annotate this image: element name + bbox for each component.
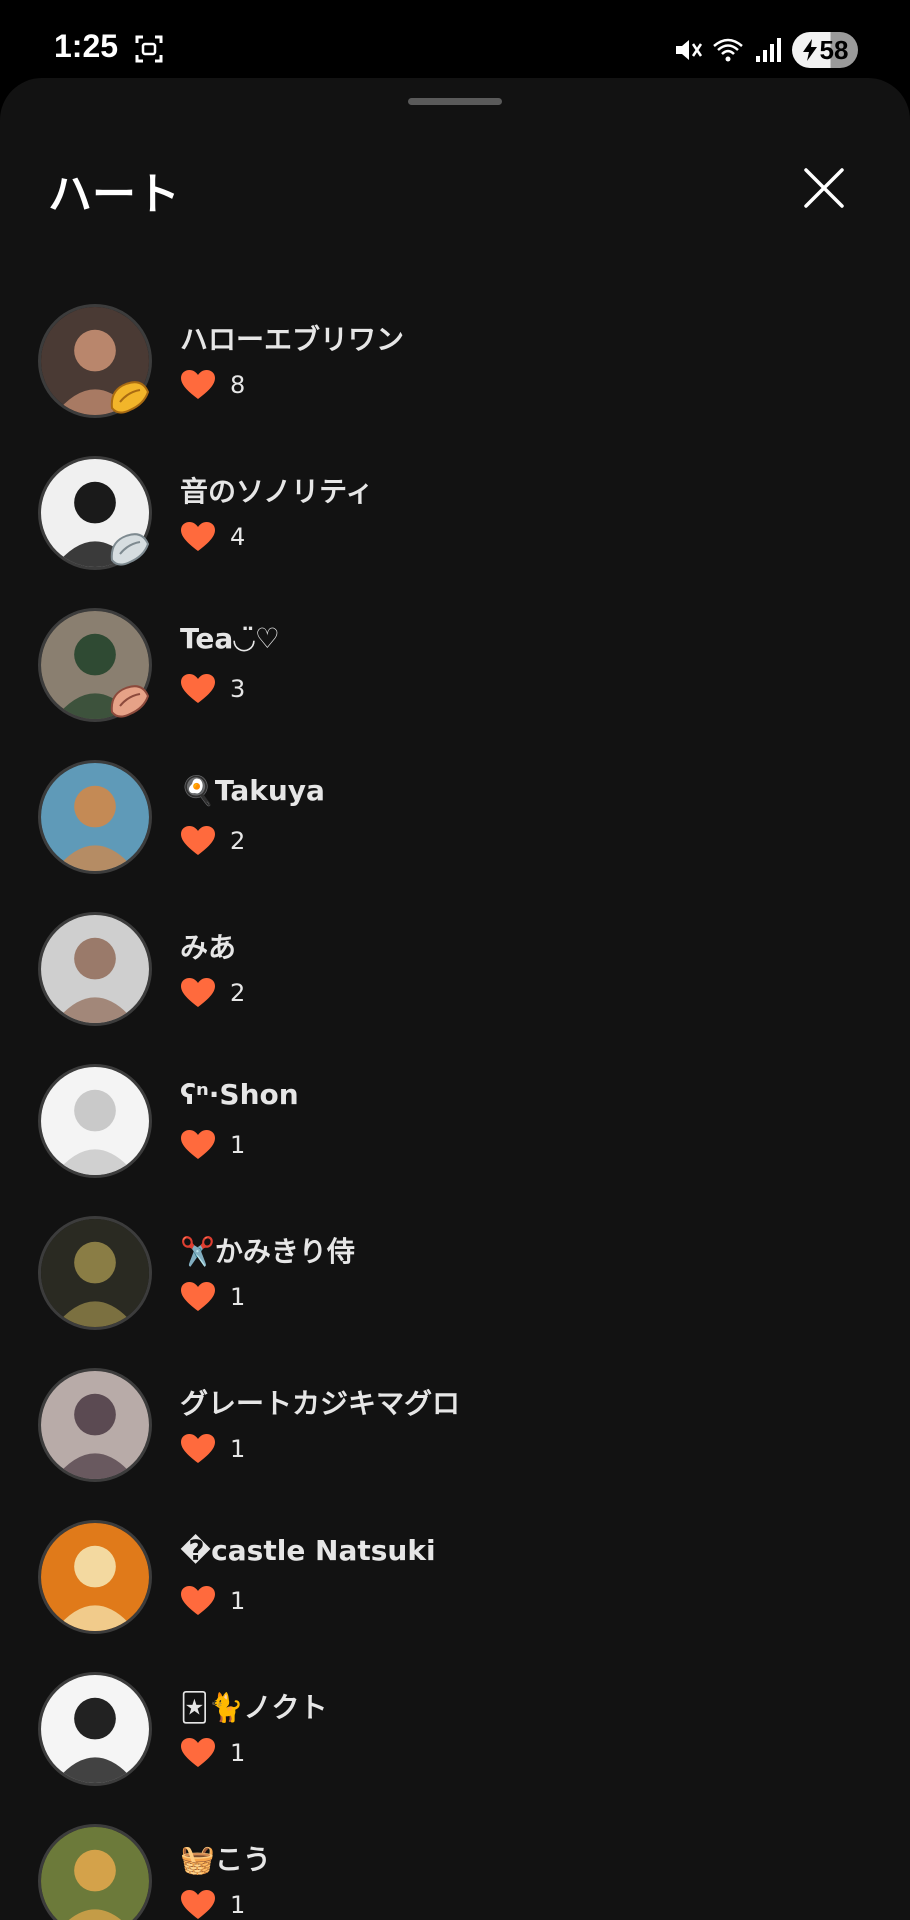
like-count-row: 2 <box>180 824 245 858</box>
user-name[interactable]: 音のソノリティ <box>180 470 373 510</box>
user-name[interactable]: 🃏🐈ノクト <box>180 1686 328 1726</box>
close-icon <box>804 168 844 208</box>
like-count: 2 <box>230 827 246 855</box>
heart-icon <box>181 1586 215 1615</box>
list-item[interactable]: グレートカジキマグロ 1 <box>0 1354 910 1506</box>
avatar[interactable] <box>38 912 152 1026</box>
list-item[interactable]: 🃏🐈ノクト 1 <box>0 1658 910 1810</box>
mute-icon <box>676 40 703 60</box>
screenshot-icon <box>135 35 163 63</box>
user-name[interactable]: ハローエブリワン <box>180 318 404 358</box>
list-item[interactable]: 音のソノリティ 4 <box>0 442 910 594</box>
list-item[interactable]: ✂️かみきり侍 1 <box>0 1202 910 1354</box>
like-count: 1 <box>230 1435 246 1463</box>
heart-icon <box>181 1434 215 1463</box>
list-item[interactable]: 🧺こう 1 <box>0 1810 910 1920</box>
heart-icon <box>181 1890 215 1919</box>
like-count: 1 <box>230 1131 246 1159</box>
status-time: 1:25 <box>54 28 119 64</box>
like-count-row: 8 <box>180 368 245 402</box>
battery-indicator: 58 <box>792 32 858 68</box>
like-count: 8 <box>230 371 246 399</box>
signal-icon <box>756 38 781 62</box>
user-name[interactable]: Tea◡̈♡ <box>180 622 280 655</box>
user-name[interactable]: グレートカジキマグロ <box>180 1382 460 1422</box>
like-count-row: 1 <box>180 1888 245 1920</box>
user-name[interactable]: �castle Natsuki <box>180 1534 436 1567</box>
like-count: 4 <box>230 523 246 551</box>
like-count-row: 1 <box>180 1128 245 1162</box>
like-count-row: 1 <box>180 1280 245 1314</box>
like-count: 1 <box>230 1739 246 1767</box>
list-item[interactable]: みあ 2 <box>0 898 910 1050</box>
heart-icon <box>181 1130 215 1159</box>
heart-icon <box>181 370 215 399</box>
user-name[interactable]: 🧺こう <box>180 1838 271 1878</box>
like-count: 3 <box>230 675 246 703</box>
list-item[interactable]: ハローエブリワン 8 <box>0 290 910 442</box>
drag-handle[interactable] <box>408 98 502 105</box>
user-name[interactable]: 🍳Takuya <box>180 774 325 807</box>
user-name[interactable]: ʕⁿ·Shon <box>180 1078 299 1111</box>
status-bar: 1:25 58 <box>0 0 910 78</box>
user-name[interactable]: みあ <box>180 926 236 966</box>
avatar[interactable] <box>38 1672 152 1786</box>
like-count-row: 1 <box>180 1432 245 1466</box>
like-count: 2 <box>230 979 246 1007</box>
heart-icon <box>181 1282 215 1311</box>
avatar[interactable] <box>38 1824 152 1920</box>
heart-icon <box>181 522 215 551</box>
charging-icon <box>802 39 817 61</box>
list-item[interactable]: �castle Natsuki 1 <box>0 1506 910 1658</box>
like-count-row: 4 <box>180 520 245 554</box>
avatar[interactable] <box>38 760 152 874</box>
gift-badge-icon <box>110 533 150 566</box>
gift-badge-icon <box>110 685 150 718</box>
like-count-row: 1 <box>180 1584 245 1618</box>
list-item[interactable]: ʕⁿ·Shon 1 <box>0 1050 910 1202</box>
avatar[interactable] <box>38 1064 152 1178</box>
avatar[interactable] <box>38 1520 152 1634</box>
close-button[interactable] <box>796 160 852 216</box>
like-count-row: 2 <box>180 976 245 1010</box>
likes-list: ハローエブリワン 8 音のソノリティ 4 Tea◡̈♡ 3 🍳Takuya 2 みあ 2 ʕⁿ·Sh… <box>0 290 910 1920</box>
list-item[interactable]: 🍳Takuya 2 <box>0 746 910 898</box>
like-count-row: 3 <box>180 672 245 706</box>
avatar[interactable] <box>38 1216 152 1330</box>
wifi-icon <box>713 38 743 62</box>
likes-sheet: ハート ハローエブリワン 8 音のソノリティ 4 Tea◡̈♡ 3 🍳Takuya 2 みあ 2 ʕ… <box>0 78 910 1920</box>
like-count: 1 <box>230 1587 246 1615</box>
heart-icon <box>181 826 215 855</box>
heart-icon <box>181 1738 215 1767</box>
sheet-title: ハート <box>48 169 180 220</box>
like-count: 1 <box>230 1283 246 1311</box>
heart-icon <box>181 978 215 1007</box>
status-icons: 58 <box>672 30 858 70</box>
battery-level: 58 <box>819 34 849 65</box>
like-count-row: 1 <box>180 1736 245 1770</box>
gift-badge-icon <box>110 381 150 414</box>
list-item[interactable]: Tea◡̈♡ 3 <box>0 594 910 746</box>
user-name[interactable]: ✂️かみきり侍 <box>180 1230 355 1270</box>
avatar[interactable] <box>38 1368 152 1482</box>
like-count: 1 <box>230 1891 246 1919</box>
heart-icon <box>181 674 215 703</box>
